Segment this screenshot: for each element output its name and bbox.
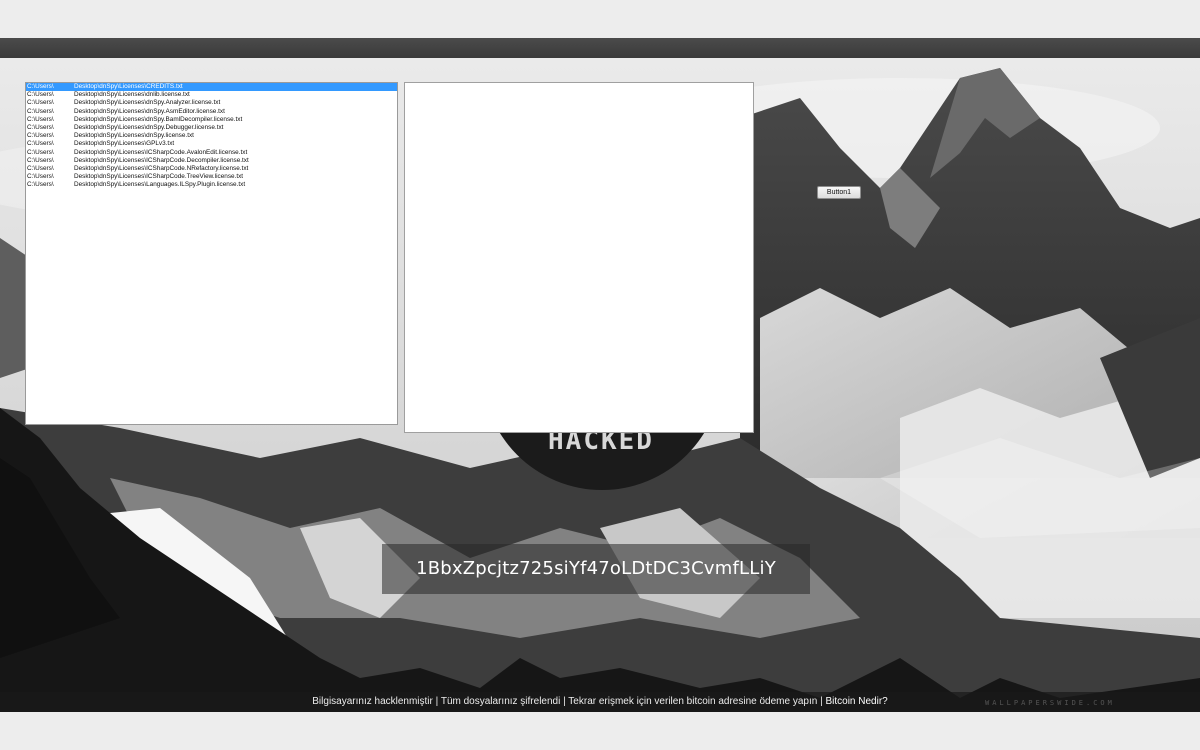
- list-item-path-prefix: C:\Users\: [27, 123, 54, 131]
- list-item-path-prefix: C:\Users\: [27, 99, 54, 107]
- list-item-path: Desktop\dnSpy\Licenses\ICSharpCode.Avalo…: [74, 148, 248, 156]
- bitcoin-address-display: 1BbxZpcjtz725siYf47oLDtDC3CvmfLLiY: [382, 544, 810, 594]
- list-item-path: Desktop\dnSpy\Licenses\ICSharpCode.Decom…: [74, 156, 249, 164]
- list-item-path-prefix: C:\Users\: [27, 164, 54, 172]
- list-item[interactable]: C:\Users\ Desktop\dnSpy\Licenses\dnSpy.Ba…: [26, 116, 397, 124]
- list-item-path: Desktop\dnSpy\Licenses\GPLv3.txt: [74, 140, 175, 148]
- list-item-path-prefix: C:\Users\: [27, 173, 54, 181]
- list-item-path: Desktop\dnSpy\Licenses\Languages.ILSpy.P…: [74, 181, 246, 189]
- list-item-path-prefix: C:\Users\: [27, 91, 54, 99]
- list-item[interactable]: C:\Users\ Desktop\dnSpy\Licenses\dnSpy.As…: [26, 108, 397, 116]
- list-item-path: Desktop\dnSpy\Licenses\dnlib.license.txt: [74, 91, 190, 99]
- list-item[interactable]: C:\Users\ Desktop\dnSpy\Licenses\ICSharpC…: [26, 165, 397, 173]
- list-item[interactable]: C:\Users\ Desktop\dnSpy\Licenses\GPLv3.tx…: [26, 140, 397, 148]
- list-item[interactable]: C:\Users\ Desktop\dnSpy\Licenses\Language…: [26, 181, 397, 189]
- list-item-path-prefix: C:\Users\: [27, 107, 54, 115]
- window-top-bar: [0, 38, 1200, 58]
- list-item[interactable]: C:\Users\ Desktop\dnSpy\Licenses\CREDITS.…: [26, 83, 397, 92]
- list-item[interactable]: C:\Users\ Desktop\dnSpy\Licenses\ICSharpC…: [26, 157, 397, 165]
- list-item[interactable]: C:\Users\ Desktop\dnSpy\Licenses\ICSharpC…: [26, 149, 397, 157]
- screen-frame: HACKED C:\Users\ Desktop\dnSpy\Licenses\C…: [0, 0, 1200, 750]
- hacked-logo: HACKED: [486, 430, 716, 492]
- list-item-path-prefix: C:\Users\: [27, 156, 54, 164]
- list-item[interactable]: C:\Users\ Desktop\dnSpy\Licenses\dnSpy.An…: [26, 99, 397, 107]
- hacked-logo-text: HACKED: [548, 430, 654, 456]
- list-item-path-prefix: C:\Users\: [27, 132, 54, 140]
- list-item-path: Desktop\dnSpy\Licenses\dnSpy.Analyzer.li…: [74, 99, 221, 107]
- list-item-path-prefix: C:\Users\: [27, 148, 54, 156]
- list-item-path: Desktop\dnSpy\Licenses\dnSpy.Debugger.li…: [74, 123, 224, 131]
- list-item[interactable]: C:\Users\ Desktop\dnSpy\Licenses\ICSharpC…: [26, 173, 397, 181]
- list-item-path: Desktop\dnSpy\Licenses\ICSharpCode.NRefa…: [74, 164, 249, 172]
- list-item-path: Desktop\dnSpy\Licenses\ICSharpCode.TreeV…: [74, 173, 244, 181]
- list-item-path-prefix: C:\Users\: [27, 83, 54, 90]
- bitcoin-info-link[interactable]: Bitcoin Nedir?: [825, 696, 887, 707]
- list-item[interactable]: C:\Users\ Desktop\dnSpy\Licenses\dnlib.li…: [26, 91, 397, 99]
- ransom-message: Bilgisayarınız hacklenmiştir | Tüm dosya…: [312, 696, 823, 707]
- list-item-path-prefix: C:\Users\: [27, 181, 54, 189]
- list-item-path-prefix: C:\Users\: [27, 115, 54, 123]
- list-item-path: Desktop\dnSpy\Licenses\dnSpy.license.txt: [74, 132, 194, 140]
- list-item[interactable]: C:\Users\ Desktop\dnSpy\Licenses\dnSpy.li…: [26, 132, 397, 140]
- button1[interactable]: Button1: [817, 186, 861, 199]
- file-listbox[interactable]: C:\Users\ Desktop\dnSpy\Licenses\CREDITS.…: [25, 82, 398, 425]
- list-item-path: Desktop\dnSpy\Licenses\CREDITS.txt: [74, 83, 183, 90]
- wallpaper-watermark: WALLPAPERSWIDE.COM: [985, 699, 1115, 707]
- list-item[interactable]: C:\Users\ Desktop\dnSpy\Licenses\dnSpy.De…: [26, 124, 397, 132]
- list-item-path: Desktop\dnSpy\Licenses\dnSpy.AsmEditor.l…: [74, 107, 225, 115]
- text-panel[interactable]: [404, 82, 754, 433]
- list-item-path-prefix: C:\Users\: [27, 140, 54, 148]
- list-item-path: Desktop\dnSpy\Licenses\dnSpy.BamlDecompi…: [74, 115, 243, 123]
